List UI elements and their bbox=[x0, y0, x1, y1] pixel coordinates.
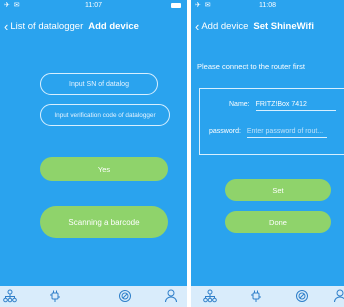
plug-icon[interactable] bbox=[48, 289, 62, 303]
yes-button-label: Yes bbox=[97, 164, 111, 174]
name-field[interactable]: FRITZ!Box 7412 bbox=[255, 101, 336, 111]
sn-input-placeholder: Input SN of datalog bbox=[69, 80, 129, 88]
password-row: password: Enter password of rout... bbox=[209, 128, 344, 138]
nav-bar: ‹ List of datalogger Add device bbox=[0, 14, 187, 38]
done-button[interactable]: Done bbox=[225, 211, 331, 233]
yes-button[interactable]: Yes bbox=[40, 157, 168, 181]
tab-bar bbox=[191, 286, 344, 307]
screenshot-pair: ✈ ✉ 11:07 ‹ List of datalogger Add devic… bbox=[0, 0, 344, 307]
password-field[interactable]: Enter password of rout... bbox=[246, 128, 327, 138]
set-button[interactable]: Set bbox=[225, 179, 331, 201]
password-label: password: bbox=[209, 128, 241, 135]
add-device-screen: ✈ ✉ 11:07 ‹ List of datalogger Add devic… bbox=[0, 0, 187, 307]
name-label: Name: bbox=[229, 101, 250, 108]
router-hint: Please connect to the router first bbox=[197, 62, 305, 71]
status-bar: ✈ ✉ 11:08 bbox=[191, 0, 344, 12]
scan-barcode-label: Scanning a barcode bbox=[68, 217, 140, 227]
network-icon[interactable] bbox=[3, 289, 17, 303]
nav-bar: ‹ Add device Set ShineWifi bbox=[191, 14, 344, 38]
back-button[interactable]: ‹ List of datalogger Add device bbox=[4, 19, 139, 34]
person-icon[interactable] bbox=[164, 289, 178, 303]
back-label: Add device bbox=[201, 21, 249, 32]
page-title: Add device bbox=[88, 21, 139, 32]
status-time: 11:07 bbox=[85, 2, 102, 9]
wifi-form bbox=[199, 88, 344, 155]
set-shinewifi-screen: ✈ ✉ 11:08 ‹ Add device Set ShineWifi Ple… bbox=[191, 0, 344, 307]
person-icon[interactable] bbox=[333, 289, 344, 303]
chevron-left-icon: ‹ bbox=[195, 19, 200, 34]
gauge-icon[interactable] bbox=[118, 289, 132, 303]
network-icon[interactable] bbox=[203, 289, 217, 303]
verification-code-placeholder: Input verification code of datalogger bbox=[54, 111, 156, 119]
set-button-label: Set bbox=[272, 185, 284, 195]
plug-icon[interactable] bbox=[249, 289, 263, 303]
status-bar: ✈ ✉ 11:07 bbox=[0, 0, 187, 12]
page-title: Set ShineWifi bbox=[253, 21, 314, 32]
back-label: List of datalogger bbox=[10, 21, 84, 32]
tab-bar bbox=[0, 286, 187, 307]
battery-icon bbox=[171, 3, 181, 8]
back-button[interactable]: ‹ Add device Set ShineWifi bbox=[195, 19, 314, 34]
name-row: Name: FRITZ!Box 7412 bbox=[229, 101, 344, 111]
chevron-left-icon: ‹ bbox=[4, 19, 9, 34]
gauge-icon[interactable] bbox=[295, 289, 309, 303]
verification-code-input[interactable]: Input verification code of datalogger bbox=[40, 104, 170, 126]
done-button-label: Done bbox=[269, 217, 287, 227]
status-time: 11:08 bbox=[259, 2, 276, 9]
scan-barcode-button[interactable]: Scanning a barcode bbox=[40, 206, 168, 238]
sn-input[interactable]: Input SN of datalog bbox=[40, 73, 158, 95]
